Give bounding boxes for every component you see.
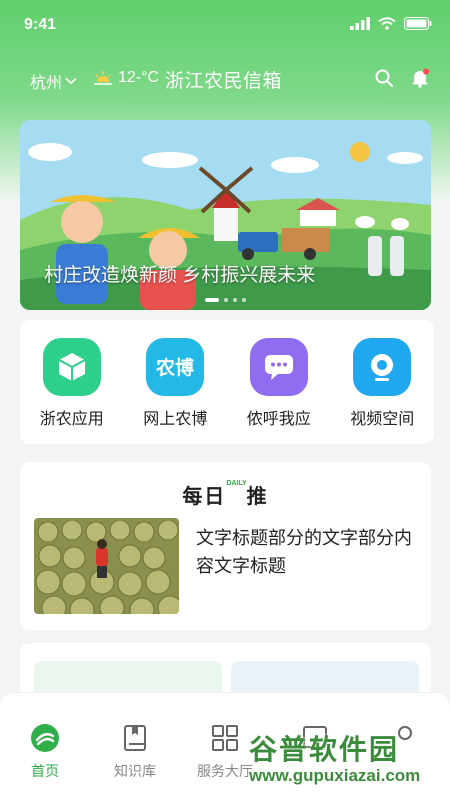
app-item-nongbo[interactable]: 农博 网上农博 — [127, 320, 223, 444]
search-icon[interactable] — [374, 68, 394, 88]
tab-home[interactable]: 首页 — [0, 693, 90, 801]
app-item-nonghu[interactable]: 侬呼我应 — [231, 320, 327, 444]
app-label: 浙农应用 — [39, 411, 104, 428]
watermark-url: www.gupuxiazai.com — [249, 766, 421, 785]
app-item-video[interactable]: 视频空间 — [334, 320, 430, 444]
nongbo-icon: 农博 — [146, 338, 205, 396]
app-label: 网上农博 — [143, 411, 208, 428]
status-bar: 9:41 — [0, 0, 450, 50]
svg-text:农博: 农博 — [155, 356, 194, 379]
signal-icon — [350, 17, 370, 30]
app-title: 浙江农民信箱 — [165, 71, 283, 92]
app-grid: 浙农应用 农博 网上农博 侬呼我应 视频空间 — [20, 320, 434, 444]
bell-icon[interactable] — [410, 68, 430, 88]
app-item-zhenong[interactable]: 浙农应用 — [24, 320, 120, 444]
camera-icon — [353, 338, 412, 396]
book-icon — [124, 725, 146, 751]
tab-knowledge[interactable]: 知识库 — [90, 693, 180, 801]
daily-title-left: 每日 — [182, 486, 227, 508]
app-label: 侬呼我应 — [246, 411, 311, 428]
carousel-dot — [242, 298, 246, 302]
wifi-icon — [378, 17, 396, 30]
daily-recommend-card[interactable]: 每日DAILY推 文字标题部分的文字部分内容文字标题 — [20, 462, 431, 630]
city-label: 杭州 — [30, 75, 63, 92]
daily-article-title[interactable]: 文字标题部分的文字部分内容文字标题 — [196, 524, 416, 580]
home-icon — [31, 724, 59, 752]
tab-label: 知识库 — [114, 763, 156, 779]
temperature-label: 12-°C — [118, 69, 160, 86]
daily-title-right: 推 — [246, 486, 269, 508]
watermark-logo: 谷普软件园 www.gupuxiazai.com — [243, 728, 443, 792]
app-label: 视频空间 — [350, 411, 415, 428]
carousel-dot — [233, 298, 237, 302]
banner-carousel[interactable]: 村庄改造焕新颜 乡村振兴展未来 — [20, 120, 431, 310]
grid-icon — [212, 725, 238, 751]
daily-article-image[interactable] — [34, 518, 179, 614]
chevron-down-icon — [65, 77, 77, 85]
city-selector[interactable]: 杭州 — [30, 69, 77, 93]
tab-label: 首页 — [31, 763, 59, 779]
carousel-indicator — [205, 298, 246, 302]
battery-icon — [404, 17, 432, 30]
daily-badge: DAILY — [226, 480, 247, 487]
banner-title: 村庄改造焕新颜 乡村振兴展未来 — [44, 265, 316, 286]
watermark-name: 谷普软件园 — [249, 734, 400, 765]
top-bar: 杭州 12-°C 浙江农民信箱 — [0, 62, 450, 96]
sun-icon — [94, 71, 112, 85]
carousel-dot — [205, 298, 219, 302]
weather-widget: 12-°C — [93, 69, 159, 87]
cube-icon — [42, 338, 101, 396]
carousel-dot — [224, 298, 228, 302]
status-time: 9:41 — [24, 16, 57, 33]
daily-title: 每日DAILY推 — [20, 480, 431, 509]
chat-icon — [249, 338, 308, 396]
